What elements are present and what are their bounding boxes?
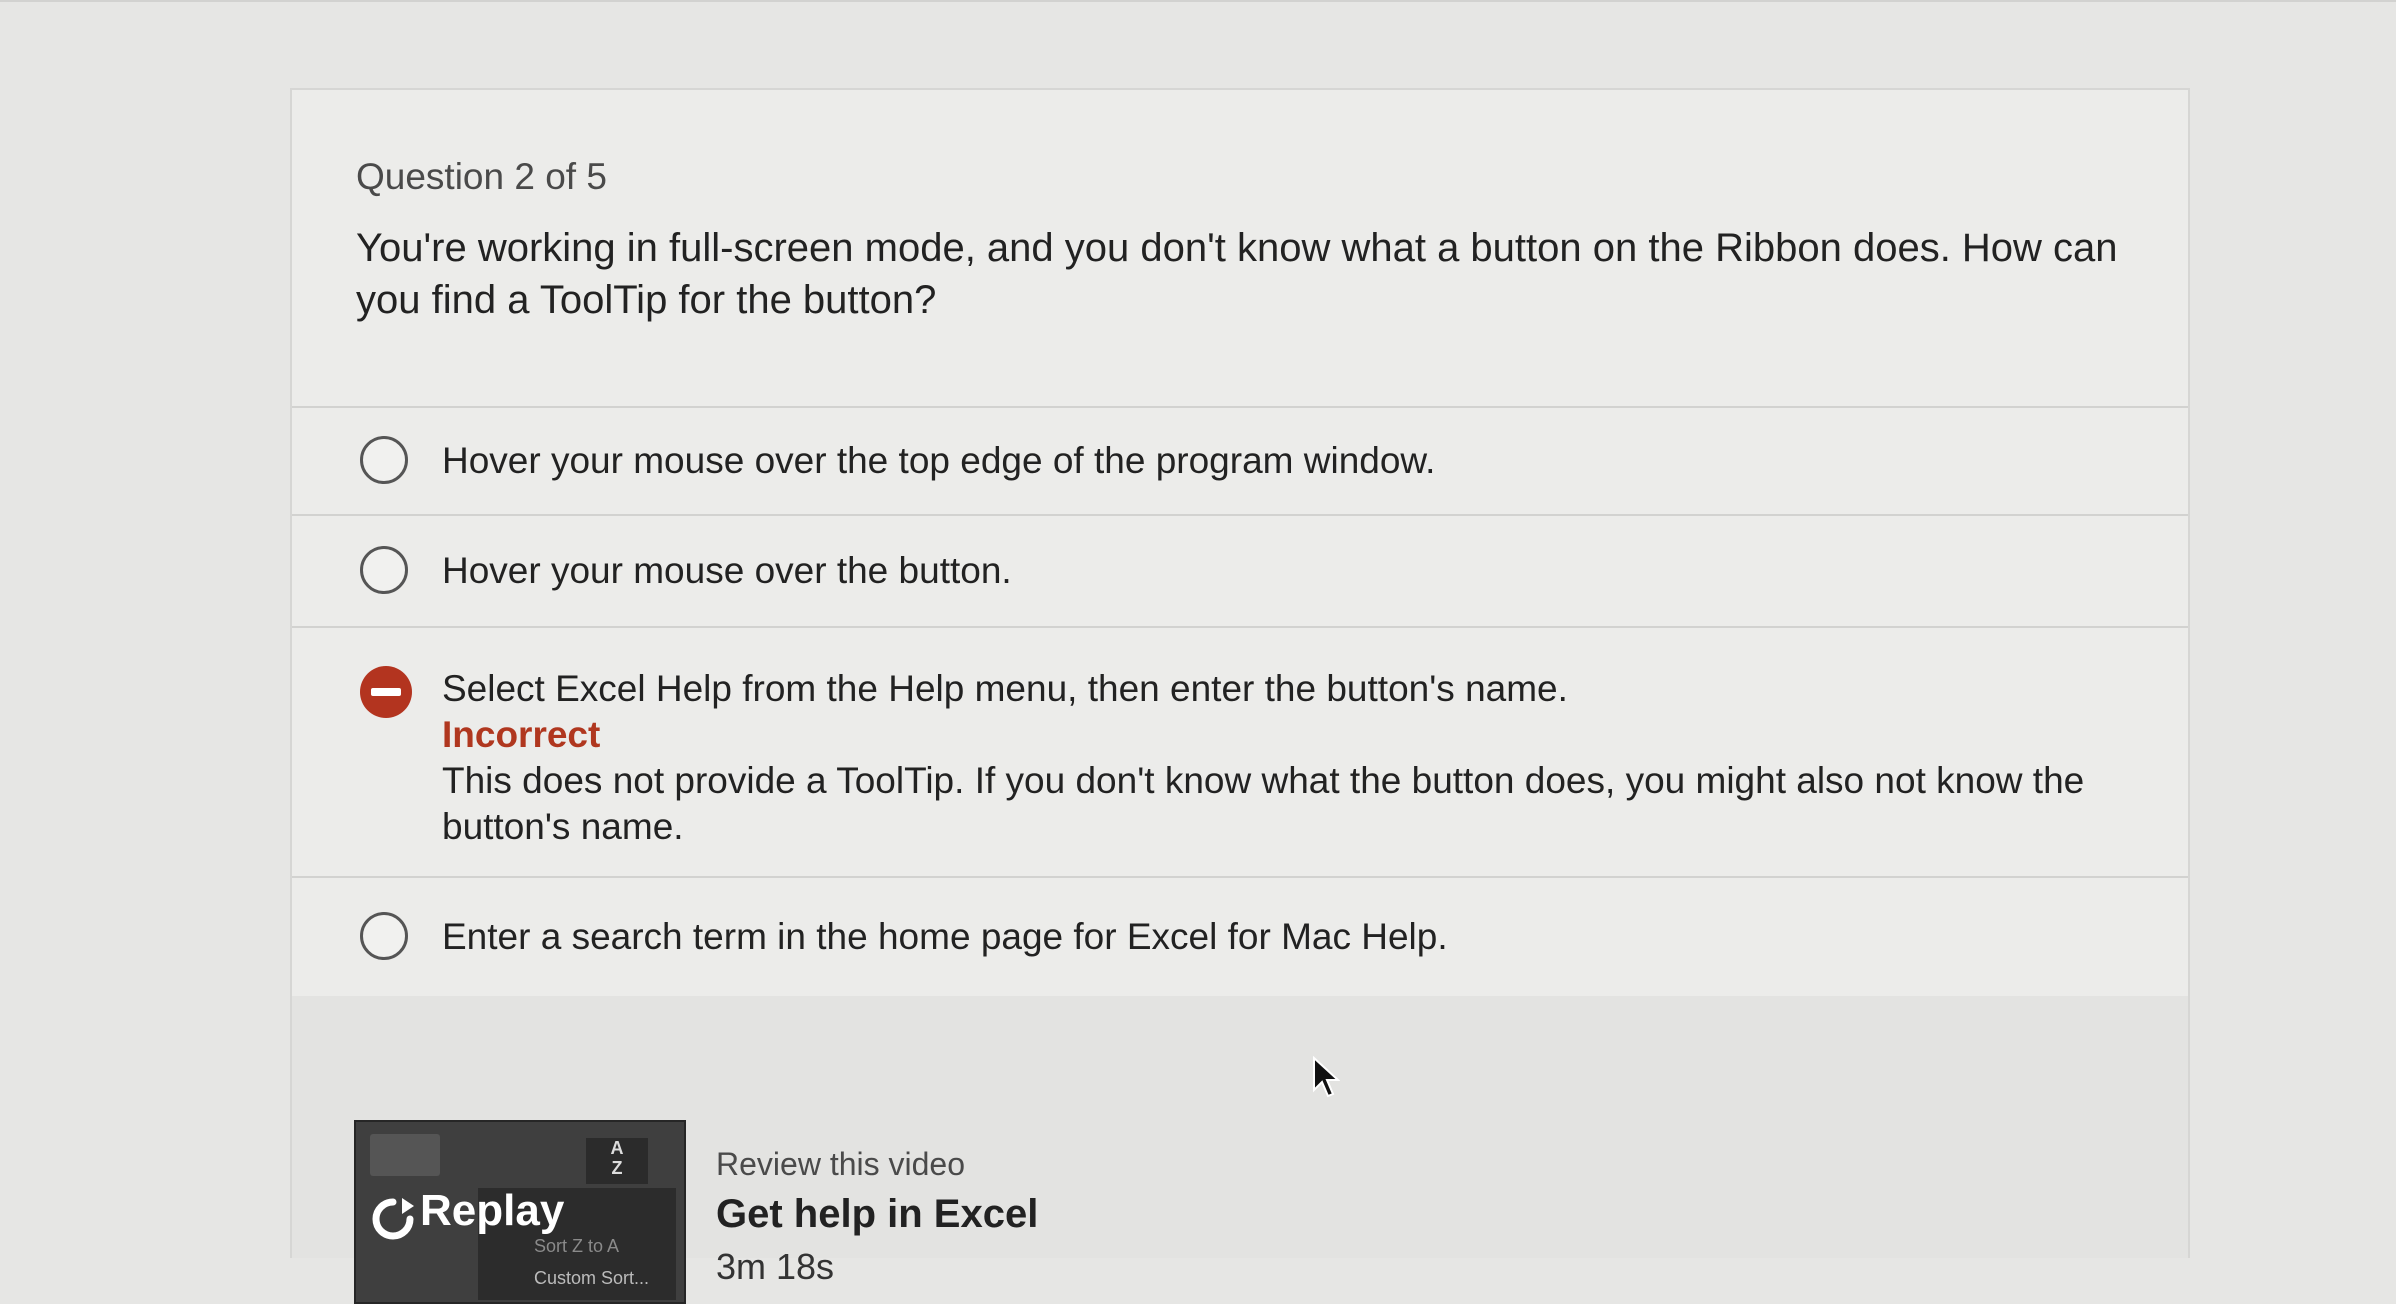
thumbnail-menu-item-custom-sort: Custom Sort...	[534, 1268, 650, 1288]
replay-icon	[372, 1198, 414, 1240]
answer-option-3[interactable]: Select Excel Help from the Help menu, th…	[292, 628, 2188, 878]
question-text: You're working in full-screen mode, and …	[356, 226, 2118, 322]
answer-option-label: Enter a search term in the home page for…	[442, 916, 1448, 957]
answer-option-label: Select Excel Help from the Help menu, th…	[442, 668, 1568, 709]
question-counter: Question 2 of 5	[356, 156, 607, 197]
feedback-text: This does not provide a ToolTip. If you …	[442, 760, 2085, 847]
answer-option-2[interactable]: Hover your mouse over the button.	[292, 516, 2188, 628]
thumbnail-toolbar-shape	[370, 1134, 440, 1176]
video-thumbnail[interactable]: A Z Replay Sort Z to A Custom Sort...	[354, 1120, 686, 1304]
answer-option-4[interactable]: Enter a search term in the home page for…	[292, 878, 2188, 996]
video-duration: 3m 18s	[716, 1246, 835, 1287]
replay-label: Replay	[420, 1186, 565, 1235]
no-entry-icon	[360, 666, 412, 718]
top-divider	[0, 0, 2396, 2]
sort-icon-text: A Z	[610, 1138, 624, 1178]
radio-circle-icon[interactable]	[360, 436, 408, 484]
video-title-link[interactable]: Get help in Excel	[716, 1192, 1038, 1237]
question-header: Question 2 of 5 You're working in full-s…	[292, 90, 2188, 408]
review-caption: Review this video	[716, 1146, 965, 1182]
answer-option-1[interactable]: Hover your mouse over the top edge of th…	[292, 408, 2188, 516]
radio-circle-icon[interactable]	[360, 546, 408, 594]
answer-option-label: Hover your mouse over the top edge of th…	[442, 440, 1436, 481]
quiz-card: Question 2 of 5 You're working in full-s…	[290, 88, 2190, 1304]
answer-option-label: Hover your mouse over the button.	[442, 550, 1012, 591]
radio-circle-icon[interactable]	[360, 912, 408, 960]
feedback-status: Incorrect	[442, 714, 601, 755]
review-video-section: A Z Replay Sort Z to A Custom Sort... Re…	[292, 996, 2188, 1304]
mouse-pointer-icon	[1313, 1056, 1340, 1098]
sort-icon: A Z	[586, 1138, 648, 1184]
thumbnail-menu-item-sort-z-a: Sort Z to A	[534, 1236, 620, 1256]
